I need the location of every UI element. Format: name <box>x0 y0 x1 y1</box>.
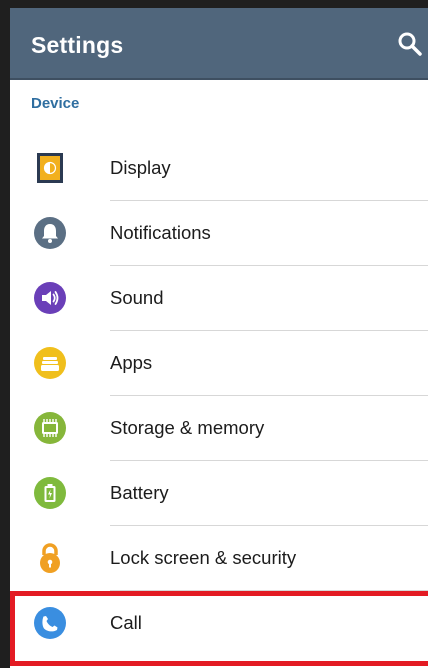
apps-icon <box>33 346 67 380</box>
phone-icon <box>33 606 67 640</box>
settings-item-label: Call <box>110 612 142 633</box>
settings-item-label: Sound <box>110 287 164 308</box>
settings-item-call[interactable]: Call <box>10 591 428 656</box>
memory-chip-icon <box>33 411 67 445</box>
settings-item-label: Display <box>110 157 171 178</box>
settings-item-battery[interactable]: Battery <box>10 461 428 526</box>
settings-item-label: Battery <box>110 482 169 503</box>
settings-list: Display Notifications Sound Apps Storage… <box>10 136 428 656</box>
battery-icon <box>33 476 67 510</box>
display-icon <box>33 151 67 185</box>
settings-item-label: Lock screen & security <box>110 547 297 568</box>
bell-icon <box>33 216 67 250</box>
page-title: Settings <box>31 32 124 58</box>
lock-icon <box>33 541 67 575</box>
settings-item-apps[interactable]: Apps <box>10 331 428 396</box>
settings-item-display[interactable]: Display <box>10 136 428 201</box>
settings-screen: Settings Device Display Notifications So… <box>0 0 428 668</box>
settings-item-notifications[interactable]: Notifications <box>10 201 428 266</box>
section-header-device: Device <box>31 95 80 112</box>
settings-item-label: Storage & memory <box>110 417 265 438</box>
search-icon[interactable] <box>396 30 424 58</box>
app-bar: Settings <box>10 8 428 80</box>
settings-item-sound[interactable]: Sound <box>10 266 428 331</box>
speaker-icon <box>33 281 67 315</box>
settings-item-label: Notifications <box>110 222 211 243</box>
settings-item-label: Apps <box>110 352 153 373</box>
settings-item-lock-screen[interactable]: Lock screen & security <box>10 526 428 591</box>
settings-item-storage[interactable]: Storage & memory <box>10 396 428 461</box>
